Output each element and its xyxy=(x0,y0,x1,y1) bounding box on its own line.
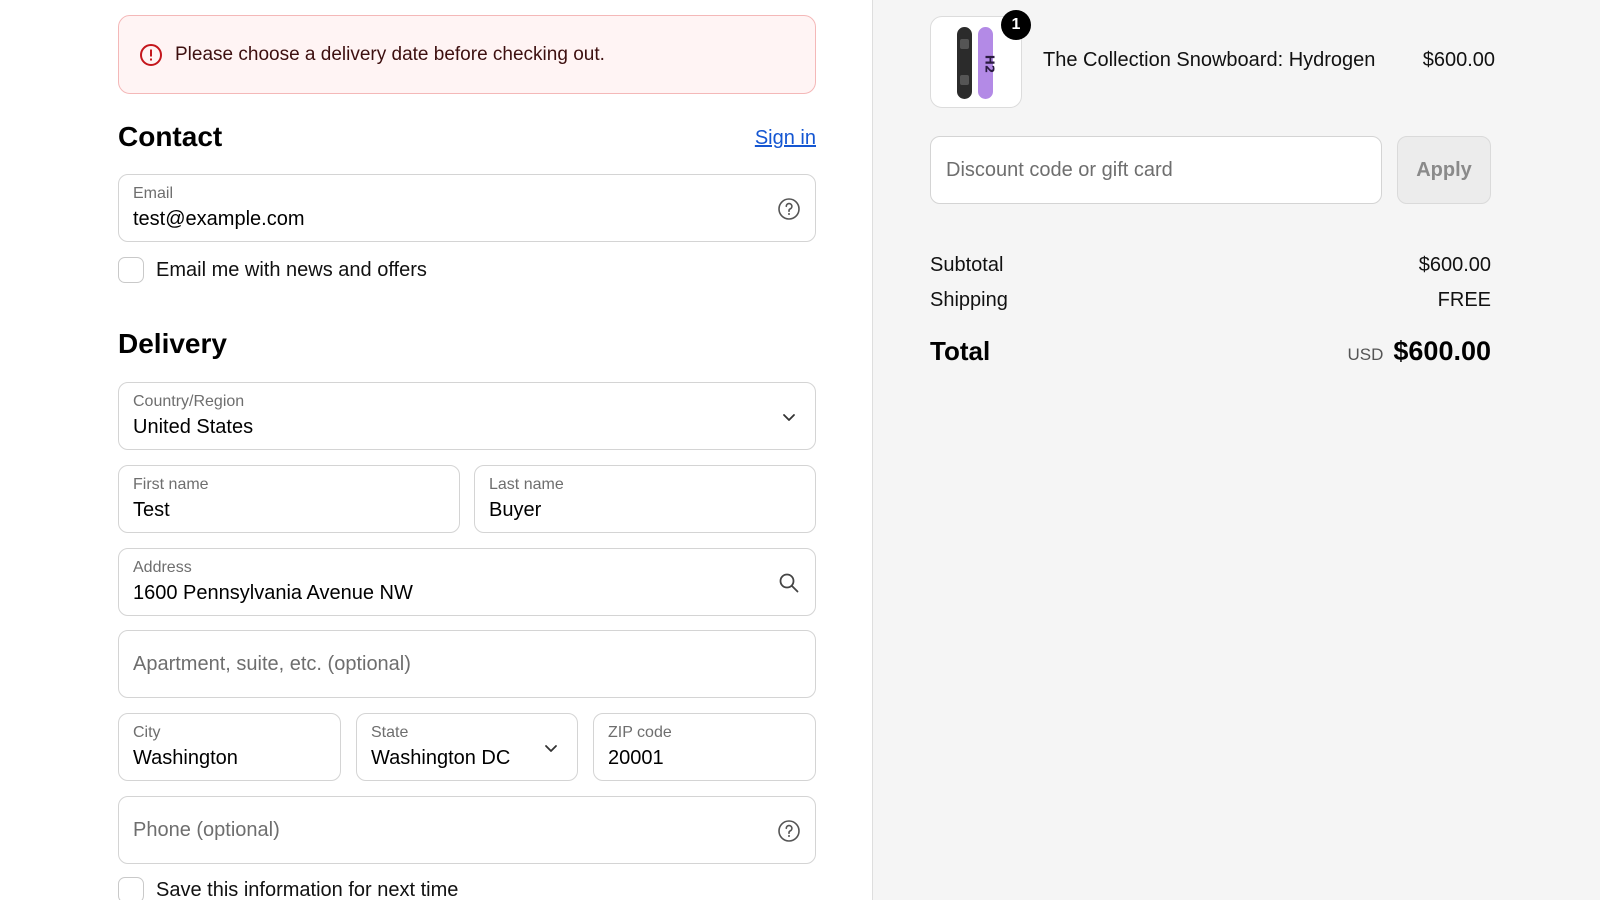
save-info-label: Save this information for next time xyxy=(156,878,459,900)
subtotal-row: Subtotal $600.00 xyxy=(930,254,1491,277)
sign-in-link[interactable]: Sign in xyxy=(755,127,816,150)
address-value: 1600 Pennsylvania Avenue NW xyxy=(133,582,413,604)
last-name-label: Last name xyxy=(489,476,564,493)
news-offers-checkbox[interactable] xyxy=(118,257,144,283)
discount-placeholder: Discount code or gift card xyxy=(946,159,1173,181)
error-icon xyxy=(139,43,163,67)
apply-button[interactable]: Apply xyxy=(1397,136,1491,204)
delivery-date-alert: Please choose a delivery date before che… xyxy=(118,15,816,94)
city-label: City xyxy=(133,724,161,741)
chevron-down-icon xyxy=(539,736,563,760)
product-name: The Collection Snowboard: Hydrogen xyxy=(1043,49,1376,71)
zip-field[interactable]: ZIP code 20001 xyxy=(593,713,816,781)
save-info-checkbox[interactable] xyxy=(118,877,144,900)
alert-message: Please choose a delivery date before che… xyxy=(175,43,605,65)
zip-value: 20001 xyxy=(608,747,664,769)
delivery-heading: Delivery xyxy=(118,328,227,359)
phone-field[interactable]: Phone (optional) xyxy=(118,796,816,864)
total-currency: USD xyxy=(1347,345,1384,364)
shipping-label: Shipping xyxy=(930,289,1008,311)
country-label: Country/Region xyxy=(133,393,245,410)
city-field[interactable]: City Washington xyxy=(118,713,341,781)
order-summary-panel: H2 1 The Collection Snowboard: Hydrogen … xyxy=(873,0,1600,900)
country-value: United States xyxy=(133,416,254,438)
news-offers-label: Email me with news and offers xyxy=(156,258,427,281)
last-name-field[interactable]: Last name Buyer xyxy=(474,465,816,533)
first-name-value: Test xyxy=(133,499,170,521)
address-field[interactable]: Address 1600 Pennsylvania Avenue NW xyxy=(118,548,816,616)
checkout-form-panel: Please choose a delivery date before che… xyxy=(0,0,872,900)
city-value: Washington xyxy=(133,747,238,769)
help-icon[interactable] xyxy=(777,819,801,843)
email-label: Email xyxy=(133,185,174,202)
state-select[interactable]: State Washington DC xyxy=(356,713,578,781)
phone-placeholder: Phone (optional) xyxy=(133,819,280,841)
state-value: Washington DC xyxy=(371,747,511,769)
email-value: test@example.com xyxy=(133,208,305,230)
first-name-field[interactable]: First name Test xyxy=(118,465,460,533)
total-row: Total USD $600.00 xyxy=(930,336,1491,367)
product-price: $600.00 xyxy=(1422,49,1495,71)
first-name-label: First name xyxy=(133,476,209,493)
board-text: H2 xyxy=(983,55,997,73)
subtotal-value: $600.00 xyxy=(1418,254,1491,276)
total-value: $600.00 xyxy=(1393,336,1491,366)
country-select[interactable]: Country/Region United States xyxy=(118,382,816,450)
zip-label: ZIP code xyxy=(608,724,672,741)
save-info-option[interactable]: Save this information for next time xyxy=(118,877,458,900)
state-label: State xyxy=(371,724,409,741)
shipping-value: FREE xyxy=(1437,289,1491,311)
apartment-field[interactable]: Apartment, suite, etc. (optional) xyxy=(118,630,816,698)
address-label: Address xyxy=(133,559,192,576)
quantity-badge: 1 xyxy=(1001,10,1031,40)
apartment-placeholder: Apartment, suite, etc. (optional) xyxy=(133,653,411,675)
chevron-down-icon xyxy=(777,405,801,429)
discount-input[interactable]: Discount code or gift card xyxy=(930,136,1382,204)
last-name-value: Buyer xyxy=(489,499,542,521)
contact-heading: Contact xyxy=(118,121,223,152)
email-field[interactable]: Email test@example.com xyxy=(118,174,816,242)
total-label: Total xyxy=(930,336,991,366)
help-icon[interactable] xyxy=(777,197,801,221)
news-offers-option[interactable]: Email me with news and offers xyxy=(118,257,427,283)
search-icon[interactable] xyxy=(777,571,801,595)
shipping-row: Shipping FREE xyxy=(930,289,1491,312)
subtotal-label: Subtotal xyxy=(930,254,1004,276)
